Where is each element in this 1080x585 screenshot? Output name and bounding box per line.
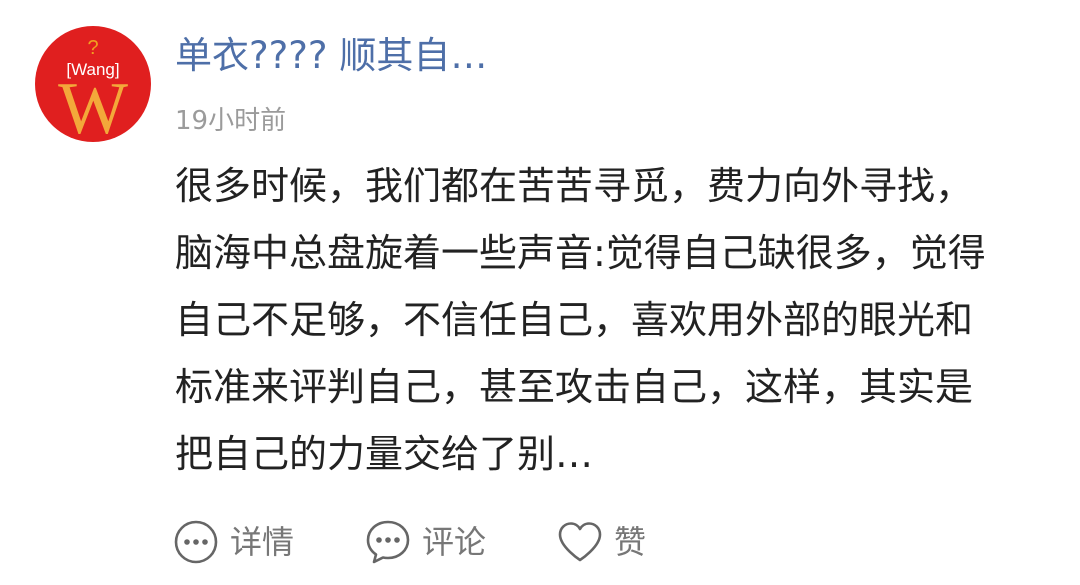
details-button[interactable]: 详情	[172, 518, 294, 566]
comment-label: 评论	[422, 523, 487, 561]
author-name[interactable]: 单衣???? 顺其自…	[175, 33, 487, 79]
post-card: ? [Wang] W 单衣???? 顺其自… 19小时前 很多时候，我们都在苦苦…	[0, 0, 1080, 585]
avatar-question-mark: ?	[87, 37, 99, 59]
avatar[interactable]: ? [Wang] W	[35, 26, 151, 142]
comment-button[interactable]: 评论	[364, 518, 486, 566]
avatar-letter: W	[58, 68, 128, 142]
comment-bubble-icon	[364, 518, 412, 566]
heart-icon	[556, 518, 604, 566]
details-label: 详情	[230, 523, 295, 561]
post-content: 很多时候，我们都在苦苦寻觅，费力向外寻找，脑海中总盘旋着一些声音:觉得自己缺很多…	[175, 164, 986, 476]
action-bar: 详情 评论 赞	[172, 515, 716, 569]
post-timestamp: 19小时前	[175, 106, 287, 136]
more-dots-icon	[172, 518, 220, 566]
like-button[interactable]: 赞	[556, 518, 646, 566]
like-label: 赞	[614, 523, 647, 561]
